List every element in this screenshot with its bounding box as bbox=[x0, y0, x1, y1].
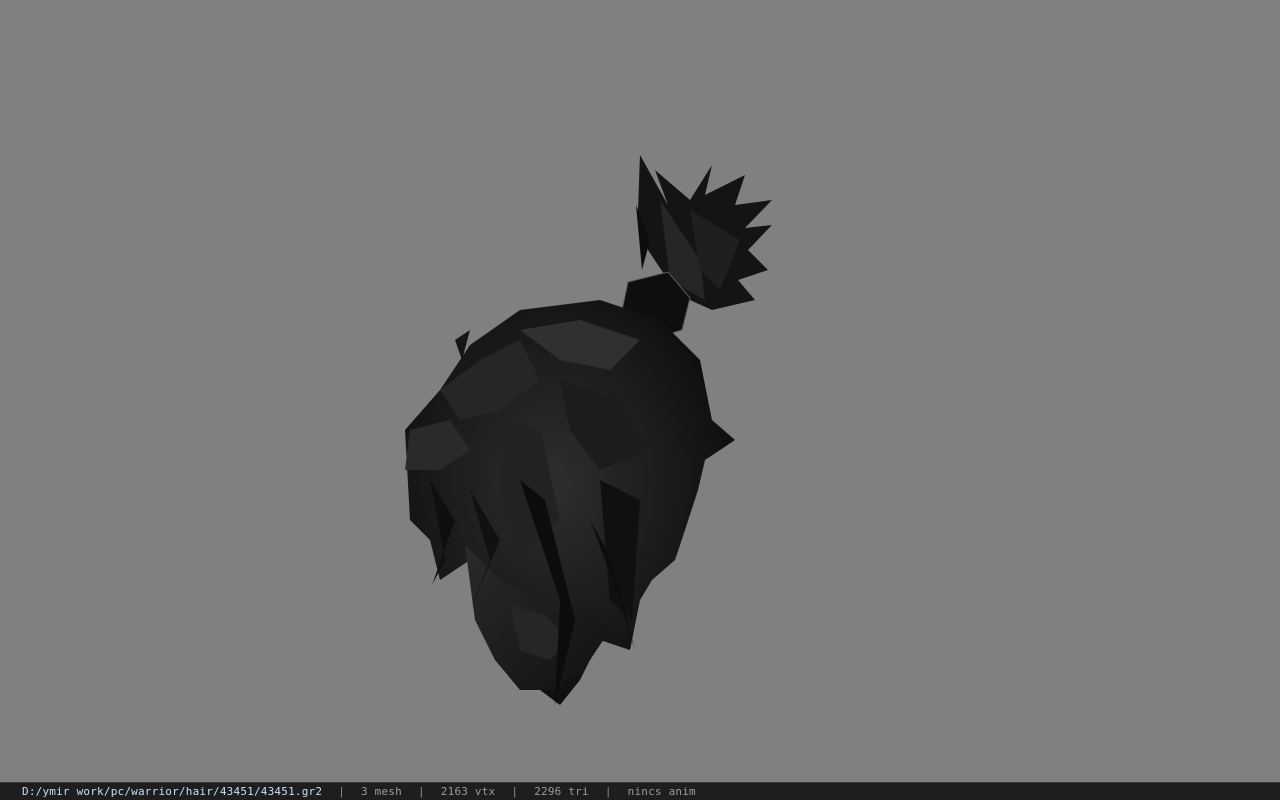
file-path: D:/ymir work/pc/warrior/hair/43451/43451… bbox=[22, 785, 323, 798]
separator: | bbox=[604, 785, 612, 798]
3d-viewport[interactable] bbox=[0, 0, 1280, 782]
vertex-count: 2163 vtx bbox=[440, 785, 496, 798]
separator: | bbox=[338, 785, 346, 798]
separator: | bbox=[417, 785, 425, 798]
separator: | bbox=[511, 785, 519, 798]
mesh-count: 3 mesh bbox=[361, 785, 402, 798]
triangle-count: 2296 tri bbox=[534, 785, 589, 798]
hair-model-icon bbox=[405, 155, 772, 705]
animation-status: nincs anim bbox=[627, 785, 696, 798]
status-bar: D:/ymir work/pc/warrior/hair/43451/43451… bbox=[0, 782, 1280, 800]
